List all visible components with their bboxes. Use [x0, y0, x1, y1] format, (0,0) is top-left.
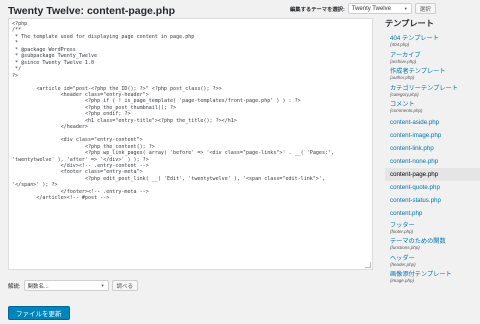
select-theme-button[interactable]: 選択: [414, 3, 436, 14]
template-file-filename: (category.php): [390, 91, 419, 97]
sidebar-title: テンプレート: [385, 19, 434, 28]
template-file-item[interactable]: ヘッダー (header.php): [385, 253, 480, 270]
theme-select-label: 編集するテーマを選択:: [290, 6, 345, 13]
template-file-filename: (header.php): [390, 261, 416, 267]
template-file-filename: (archive.php): [390, 58, 417, 64]
template-file-item[interactable]: 404 テンプレート (404.php): [385, 33, 480, 50]
template-file-link[interactable]: content-link.php: [390, 145, 480, 152]
template-file-link[interactable]: content-image.php: [390, 132, 480, 139]
template-file-link[interactable]: content-aside.php: [390, 119, 480, 126]
template-file-link[interactable]: アーカイブ: [390, 52, 480, 59]
resize-handle[interactable]: [365, 262, 371, 268]
template-file-link[interactable]: content-quote.php: [390, 184, 480, 191]
template-file-item[interactable]: content-page.php: [385, 167, 480, 181]
theme-select-value: Twenty Twelve: [351, 5, 391, 12]
template-sidebar: テンプレート 404 テンプレート (404.php) アーカイブ (archive.…: [385, 17, 480, 286]
template-file-item[interactable]: アーカイブ (archive.php): [385, 50, 480, 67]
theme-select[interactable]: Twenty Twelve ▼: [347, 3, 412, 14]
theme-selector: 編集するテーマを選択: Twenty Twelve ▼ 選択: [290, 3, 436, 14]
function-select-value: 関数名...: [27, 283, 49, 290]
lookup-button[interactable]: 調べる: [111, 280, 139, 291]
template-file-item[interactable]: 作成者テンプレート (author.php): [385, 66, 480, 83]
code-editor[interactable]: <?php /** * The template used for displa…: [8, 18, 373, 270]
template-file-filename: (footer.php): [390, 228, 414, 234]
template-file-item[interactable]: content-quote.php: [385, 181, 480, 194]
template-file-filename: (image.php): [390, 278, 415, 283]
template-file-link[interactable]: content-status.php: [390, 197, 480, 204]
template-file-filename: (comments.php): [390, 108, 423, 113]
template-file-item[interactable]: テーマのための関数 (functions.php): [385, 236, 480, 253]
template-file-item[interactable]: 画像添付テンプレート (image.php): [385, 269, 480, 286]
template-file-item[interactable]: content-none.php: [385, 155, 480, 168]
documentation-row: 解説: 関数名... ▼ 調べる: [8, 280, 139, 291]
template-file-link[interactable]: ヘッダー: [390, 255, 480, 262]
template-file-item[interactable]: content-status.php: [385, 194, 480, 207]
template-file-item[interactable]: content-aside.php: [385, 116, 480, 129]
template-file-link[interactable]: 画像添付テンプレート: [390, 271, 480, 278]
template-file-item[interactable]: content-image.php: [385, 129, 480, 142]
code-content[interactable]: <?php /** * The template used for displa…: [9, 19, 372, 204]
template-file-link[interactable]: カテゴリーテンプレート: [390, 85, 480, 92]
template-file-link[interactable]: コメント: [390, 101, 480, 108]
template-file-list: 404 テンプレート (404.php) アーカイブ (archive.php) 作成者…: [385, 33, 480, 286]
documentation-label: 解説:: [8, 283, 21, 290]
template-file-link[interactable]: content-none.php: [390, 158, 480, 165]
chevron-down-icon: ▼: [403, 6, 408, 11]
template-file-item[interactable]: フッター (footer.php): [385, 220, 480, 237]
template-file-link[interactable]: テーマのための関数: [390, 238, 480, 245]
template-file-item[interactable]: content-link.php: [385, 142, 480, 155]
update-file-button[interactable]: ファイルを更新: [8, 306, 70, 320]
template-file-filename: (functions.php): [390, 245, 420, 250]
template-file-link[interactable]: 404 テンプレート: [390, 35, 480, 42]
template-file-link[interactable]: フッター: [390, 222, 480, 229]
template-file-item[interactable]: content.php: [385, 207, 480, 220]
template-file-link[interactable]: 作成者テンプレート: [390, 68, 480, 75]
page-title: Twenty Twelve: content-page.php: [8, 5, 176, 17]
template-file-link[interactable]: content.php: [390, 210, 480, 217]
template-file-item[interactable]: コメント (comments.php): [385, 99, 480, 116]
template-file-filename: (author.php): [390, 75, 415, 80]
function-select[interactable]: 関数名... ▼: [23, 280, 109, 291]
template-file-item[interactable]: カテゴリーテンプレート (category.php): [385, 83, 480, 100]
template-file-link[interactable]: content-page.php: [390, 171, 480, 178]
chevron-down-icon: ▼: [100, 283, 105, 288]
template-file-filename: (404.php): [390, 42, 410, 47]
